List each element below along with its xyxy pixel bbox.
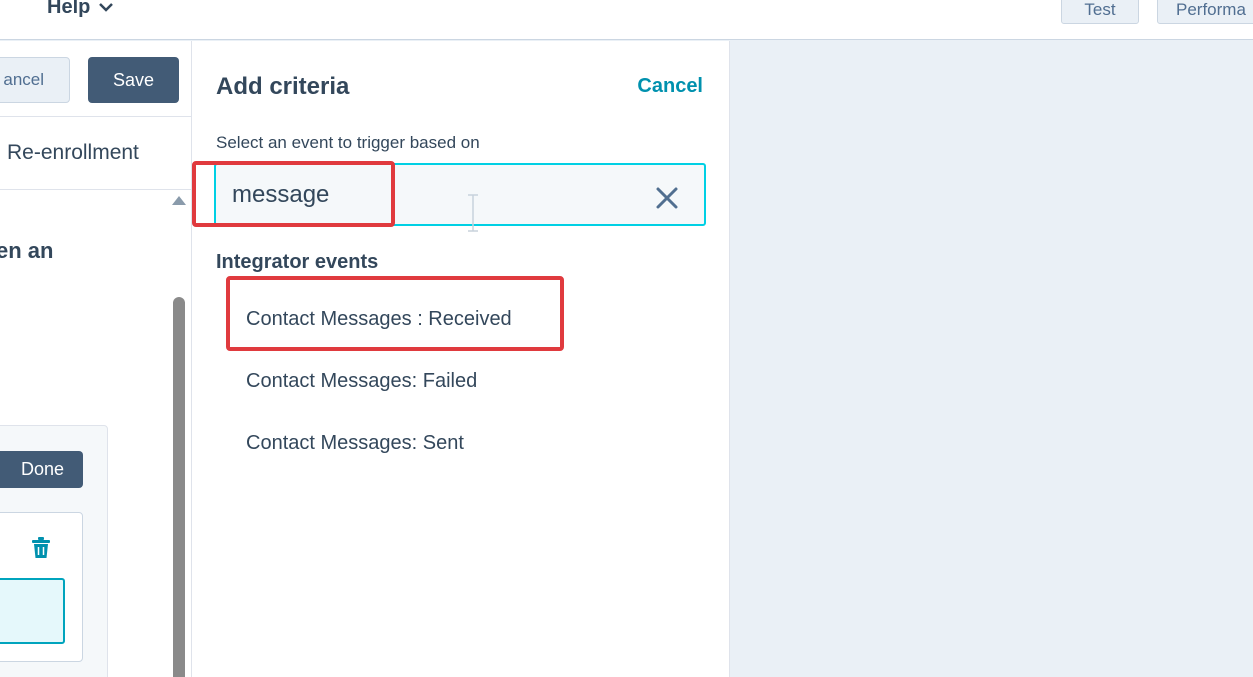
event-search-box[interactable] <box>214 163 706 226</box>
filter-field[interactable] <box>0 578 65 644</box>
close-icon[interactable] <box>655 186 679 210</box>
option-contact-messages-sent[interactable]: Contact Messages: Sent <box>246 432 464 455</box>
performance-button[interactable]: Performa <box>1157 0 1253 24</box>
test-button-label: Test <box>1084 0 1116 19</box>
top-bar: Help Test Performa <box>0 0 1253 40</box>
performance-button-label: Performa <box>1176 0 1246 19</box>
panel-title: Add criteria <box>216 73 350 100</box>
trash-icon[interactable] <box>31 537 51 559</box>
scroll-up-icon[interactable] <box>172 196 186 205</box>
done-button[interactable]: Done <box>0 451 83 488</box>
divider <box>0 189 191 190</box>
add-criteria-panel: Add criteria Cancel Select an event to t… <box>192 41 730 677</box>
test-button[interactable]: Test <box>1061 0 1139 24</box>
help-menu-label: Help <box>47 0 91 18</box>
scrollbar-thumb[interactable] <box>173 297 185 677</box>
divider <box>0 116 191 117</box>
cancel-link[interactable]: Cancel <box>637 75 703 98</box>
done-button-label: Done <box>20 459 64 479</box>
cancel-button-label: ancel <box>3 70 44 89</box>
tab-re-enrollment[interactable]: Re-enrollment <box>7 141 139 165</box>
search-label: Select an event to trigger based on <box>216 133 480 152</box>
option-contact-messages-received[interactable]: Contact Messages : Received <box>246 308 512 331</box>
trigger-heading: en an <box>0 238 54 263</box>
help-menu[interactable]: Help <box>47 0 114 22</box>
save-button-label: Save <box>112 69 155 90</box>
cancel-button[interactable]: ancel <box>0 57 70 103</box>
workflow-settings-panel: ancel Save Re-enrollment en an Done <box>0 41 192 677</box>
save-button[interactable]: Save <box>88 57 179 103</box>
chevron-down-icon <box>99 3 114 12</box>
integrator-events-heading: Integrator events <box>216 251 379 273</box>
text-cursor-icon <box>468 194 478 232</box>
option-contact-messages-failed[interactable]: Contact Messages: Failed <box>246 370 477 393</box>
event-search-input[interactable] <box>232 177 632 213</box>
